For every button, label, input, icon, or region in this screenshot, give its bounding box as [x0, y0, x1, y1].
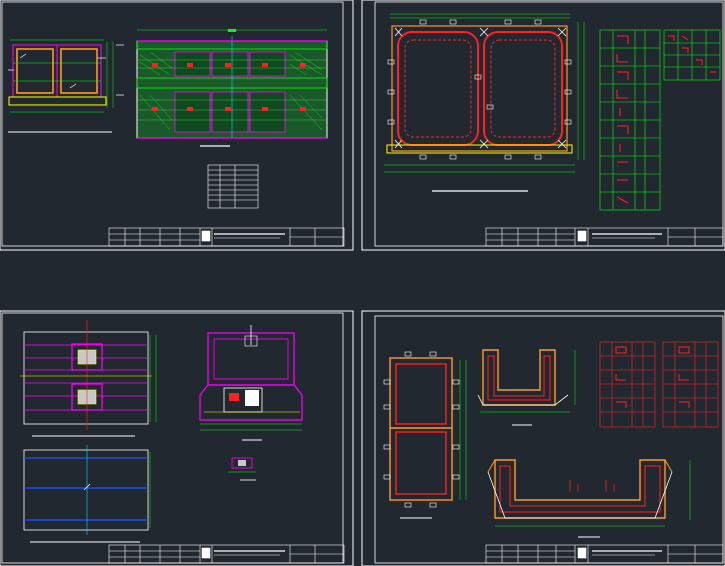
reinforcement-plan-hatched — [136, 29, 328, 147]
cad-drawing-canvas — [0, 0, 725, 566]
